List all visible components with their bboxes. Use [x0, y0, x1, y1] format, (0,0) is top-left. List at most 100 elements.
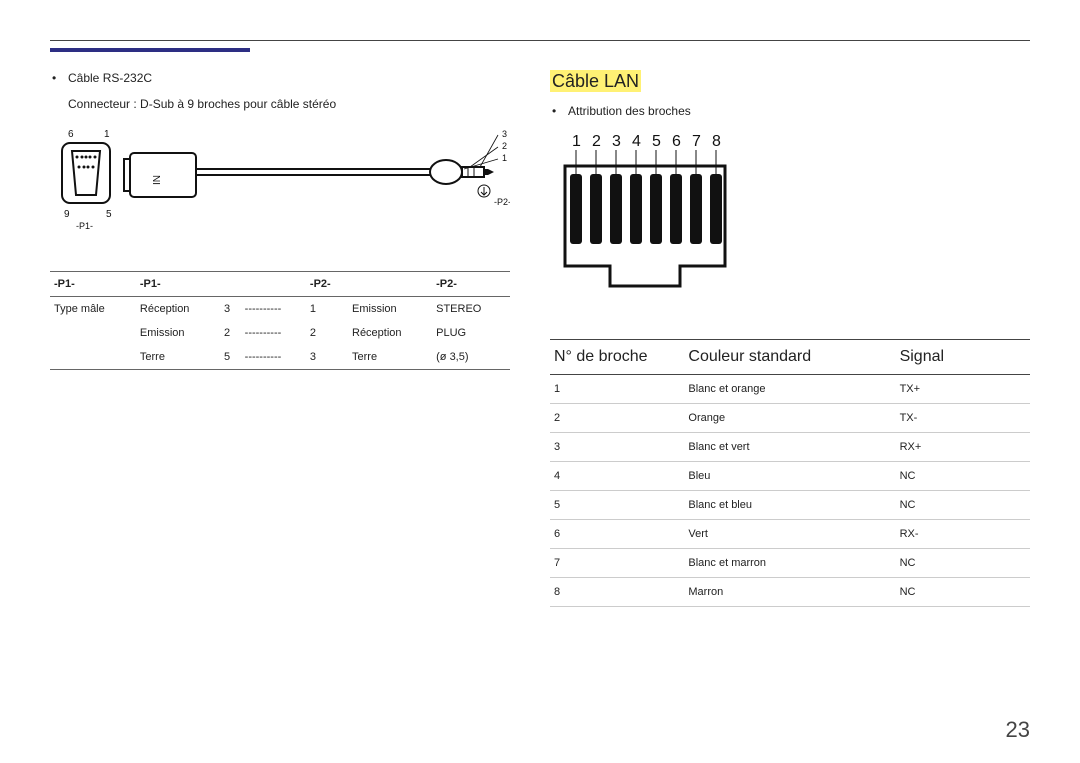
right-column: Câble LAN Attribution des broches 123456… [550, 71, 1030, 607]
table-cell: Blanc et orange [684, 375, 895, 404]
table-cell: Réception [136, 297, 220, 322]
table-cell: 3 [306, 345, 348, 370]
table-cell: Marron [684, 578, 895, 607]
jack-label-2: 2 [502, 141, 507, 151]
table-cell: 4 [550, 462, 684, 491]
jack-label-p2: -P2- [494, 197, 510, 207]
table-cell: Type mâle [50, 297, 136, 322]
table-row: 7Blanc et marronNC [550, 549, 1030, 578]
dsub-label-1: 1 [104, 129, 110, 140]
jack-label-3: 3 [502, 129, 507, 139]
table-cell: Blanc et bleu [684, 491, 895, 520]
table-row: 2OrangeTX- [550, 404, 1030, 433]
th-p1a: -P1- [50, 272, 136, 297]
table-cell: 6 [550, 520, 684, 549]
rj45-diagram: 12345678 [550, 126, 1030, 309]
lan-contact-icon [690, 174, 702, 244]
th-blank2 [241, 272, 306, 297]
table-cell: 8 [550, 578, 684, 607]
ferrite-icon [430, 160, 462, 184]
table-cell: NC [896, 578, 1030, 607]
accent-bar [50, 48, 250, 52]
table-cell: Emission [348, 297, 432, 322]
table-row: Emission2----------2RéceptionPLUG [50, 321, 510, 345]
table-cell: 3 [220, 297, 241, 322]
connector-line: Connecteur : D-Sub à 9 broches pour câbl… [50, 97, 510, 111]
table-cell: NC [896, 462, 1030, 491]
table-cell: 2 [550, 404, 684, 433]
table-cell: Blanc et vert [684, 433, 895, 462]
table-row: Terre5----------3Terre(ø 3,5) [50, 345, 510, 370]
rs232c-table: -P1- -P1- -P2- -P2- Type mâleRéception3-… [50, 271, 510, 370]
lan-contact-icon [670, 174, 682, 244]
table-cell: Terre [136, 345, 220, 370]
th-signal: Signal [896, 340, 1030, 375]
table-cell: NC [896, 549, 1030, 578]
in-label: IN [152, 175, 163, 185]
table-cell: 5 [550, 491, 684, 520]
th-p2b: -P2- [432, 272, 510, 297]
table-row: 1Blanc et orangeTX+ [550, 375, 1030, 404]
table-row: 6VertRX- [550, 520, 1030, 549]
table-cell: 7 [550, 549, 684, 578]
table-cell: ---------- [241, 321, 306, 345]
rs232c-bullet: Câble RS-232C [50, 71, 510, 85]
table-cell: RX- [896, 520, 1030, 549]
lan-title: Câble LAN [550, 71, 1030, 92]
table-cell: TX- [896, 404, 1030, 433]
table-row: 4BleuNC [550, 462, 1030, 491]
lan-pin-number: 7 [692, 133, 701, 150]
table-cell: 5 [220, 345, 241, 370]
table-row: Type mâleRéception3----------1EmissionST… [50, 297, 510, 322]
lan-pin-number: 6 [672, 133, 681, 150]
strain-relief-icon: IN [124, 153, 196, 197]
table-cell: (ø 3,5) [432, 345, 510, 370]
table-header-row: N° de broche Couleur standard Signal [550, 340, 1030, 375]
lan-contact-icon [610, 174, 622, 244]
lan-contact-icon [590, 174, 602, 244]
table-cell: NC [896, 491, 1030, 520]
table-cell: STEREO [432, 297, 510, 322]
down-arrow-icon [478, 185, 490, 197]
th-p1b: -P1- [136, 272, 220, 297]
table-row: 8MarronNC [550, 578, 1030, 607]
th-p2a: -P2- [306, 272, 348, 297]
jack-label-1: 1 [502, 153, 507, 163]
lan-contact-icon [710, 174, 722, 244]
table-cell: Orange [684, 404, 895, 433]
table-cell: PLUG [432, 321, 510, 345]
cable-diagram: 6 1 9 5 -P1- IN [50, 123, 510, 263]
dsub-icon [62, 143, 110, 203]
table-cell: 1 [550, 375, 684, 404]
table-cell: TX+ [896, 375, 1030, 404]
table-cell: Blanc et marron [684, 549, 895, 578]
top-rule [50, 40, 1030, 41]
dsub-label-5: 5 [106, 209, 112, 220]
th-color: Couleur standard [684, 340, 895, 375]
table-cell: Terre [348, 345, 432, 370]
table-cell: 1 [306, 297, 348, 322]
lan-pin-number: 2 [592, 133, 601, 150]
table-cell: Vert [684, 520, 895, 549]
table-cell: ---------- [241, 297, 306, 322]
lan-pin-number: 8 [712, 133, 721, 150]
rj45-svg: 12345678 [550, 126, 760, 306]
lan-title-text: Câble LAN [550, 70, 641, 92]
page-number: 23 [1006, 717, 1030, 743]
lan-contact-icon [570, 174, 582, 244]
table-cell: ---------- [241, 345, 306, 370]
th-pin: N° de broche [550, 340, 684, 375]
table-row: 5Blanc et bleuNC [550, 491, 1030, 520]
left-column: Câble RS-232C Connecteur : D-Sub à 9 bro… [50, 71, 510, 607]
table-cell [50, 345, 136, 370]
table-cell: Bleu [684, 462, 895, 491]
lan-pin-number: 4 [632, 133, 641, 150]
lan-contact-icon [630, 174, 642, 244]
content-columns: Câble RS-232C Connecteur : D-Sub à 9 bro… [50, 71, 1030, 607]
dsub-label-p1: -P1- [76, 221, 93, 231]
lan-tbody: 1Blanc et orangeTX+2OrangeTX-3Blanc et v… [550, 375, 1030, 607]
table-cell: 3 [550, 433, 684, 462]
lan-pin-number: 1 [572, 133, 581, 150]
th-blank3 [348, 272, 432, 297]
dsub-label-6: 6 [68, 129, 74, 140]
